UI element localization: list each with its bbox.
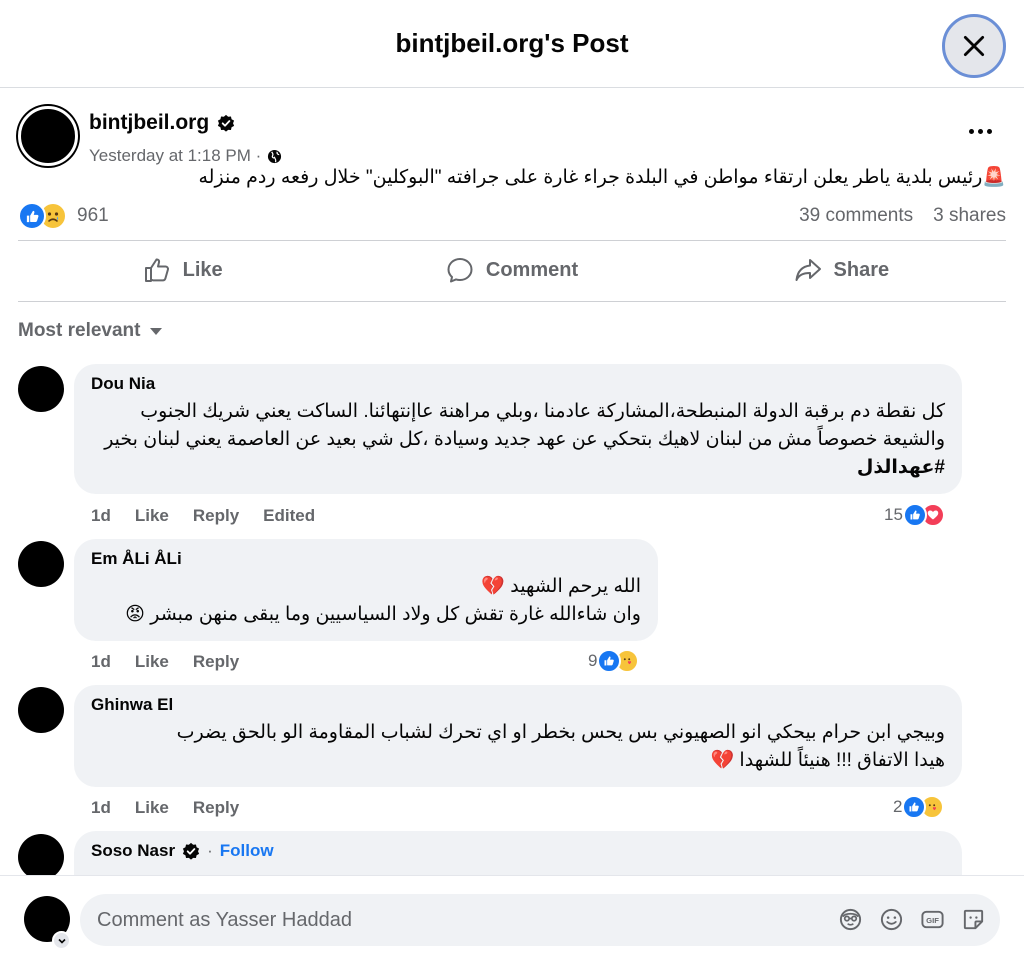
comment-reaction-count[interactable]: 15: [884, 505, 903, 525]
commenter-name-text[interactable]: Soso Nasr: [91, 841, 175, 861]
comment-like-button[interactable]: Like: [135, 798, 169, 818]
comment-bubble: Ghinwa El وبيجي ابن حرام بيحكي انو الصهي…: [74, 685, 962, 787]
like-button-label[interactable]: Like: [183, 259, 223, 282]
comment-line: وان شاءالله غارة تقش كل ولاد السياسيين و…: [125, 604, 641, 625]
comment-sort-label[interactable]: Most relevant: [18, 320, 140, 342]
divider: [18, 301, 1006, 302]
comment-meta: 1d Like Reply: [91, 798, 239, 818]
share-button-label[interactable]: Share: [834, 259, 890, 282]
dialog-title: bintjbeil.org's Post: [395, 28, 629, 58]
close-icon: [963, 35, 985, 57]
follow-button[interactable]: Follow: [220, 841, 274, 861]
sticker-icon[interactable]: [961, 907, 986, 932]
dialog-header: bintjbeil.org's Post: [0, 0, 1024, 88]
comment-bubble: Em ÅLi ÅLi الله يرحم الشهيد 💔 وان شاءالله…: [74, 539, 658, 641]
more-options-icon: [968, 128, 974, 134]
comments-count[interactable]: 39 comments: [799, 205, 913, 227]
share-button[interactable]: Share: [677, 247, 1006, 293]
like-button[interactable]: Like: [18, 247, 347, 293]
chevron-down-icon: [150, 327, 163, 335]
post-timestamp-text[interactable]: Yesterday at 1:18 PM ·: [89, 146, 261, 166]
author-avatar[interactable]: [18, 106, 78, 166]
gif-icon[interactable]: GIF: [920, 907, 945, 932]
comment-line: الله يرحم الشهيد 💔: [481, 576, 641, 597]
verified-badge-icon: [182, 842, 200, 860]
commenter-avatar[interactable]: [18, 834, 64, 875]
post-stats: 39 comments 3 shares: [799, 205, 1006, 227]
commenter-avatar[interactable]: [18, 687, 64, 733]
divider: [18, 240, 1006, 241]
comment-bubble: Soso Nasr · Follow: [74, 831, 962, 875]
close-button[interactable]: [942, 14, 1006, 78]
like-reaction-icon: [902, 503, 927, 527]
author-name[interactable]: bintjbeil.org: [89, 111, 235, 135]
reaction-summary[interactable]: 961: [18, 201, 109, 231]
comment-text: الله يرحم الشهيد 💔 وان شاءالله غارة تقش ك…: [91, 573, 641, 629]
thumbs-up-icon: [144, 258, 169, 282]
name-separator: ·: [207, 841, 213, 860]
comment-like-button[interactable]: Like: [135, 652, 169, 672]
comment-reactions[interactable]: 2: [893, 795, 945, 819]
comment-age[interactable]: 1d: [91, 798, 111, 818]
comment-bubble: Dou Nia كل نقطة دم برقبة الدولة المنبطحة…: [74, 364, 962, 494]
comment-reply-button[interactable]: Reply: [193, 652, 239, 672]
comment-text: كل نقطة دم برقبة الدولة المنبطحة،المشارك…: [91, 398, 945, 482]
comment-composer: GIF: [0, 875, 1024, 973]
comment-meta: 1d Like Reply Edited: [91, 506, 315, 526]
profile-switch-button[interactable]: [52, 931, 71, 950]
comment-button-label[interactable]: Comment: [486, 259, 578, 282]
comment-reaction-count[interactable]: 2: [893, 797, 902, 817]
comment-edited-label[interactable]: Edited: [263, 506, 315, 526]
composer-tools: GIF: [838, 907, 986, 932]
comment-meta: 1d Like Reply: [91, 652, 239, 672]
chevron-down-icon: [57, 938, 66, 944]
commenter-avatar[interactable]: [18, 541, 64, 587]
commenter-name[interactable]: Em ÅLi ÅLi: [91, 549, 641, 569]
comment-line: هيدا الاتفاق !!! هنيئاً للشهدا 💔: [710, 750, 946, 771]
comment-text: وبيجي ابن حرام بيحكي انو الصهيوني بس يحس…: [91, 719, 945, 775]
comment-reactions[interactable]: 9: [588, 649, 640, 673]
shares-count[interactable]: 3 shares: [933, 205, 1006, 227]
post-scroll-area[interactable]: bintjbeil.org Yesterday at 1:18 PM · 🚨رئ…: [0, 89, 1024, 875]
comment-reactions[interactable]: 15: [884, 503, 945, 527]
comment-age[interactable]: 1d: [91, 506, 111, 526]
post-timestamp[interactable]: Yesterday at 1:18 PM ·: [89, 146, 282, 166]
post-action-bar: Like Comment Share: [18, 247, 1006, 293]
post-text: 🚨رئيس بلدية ياطر يعلن ارتقاء مواطن في ال…: [198, 167, 1007, 188]
emoji-icon[interactable]: [879, 907, 904, 932]
comment-sort-dropdown[interactable]: Most relevant: [18, 320, 163, 342]
comment-reply-button[interactable]: Reply: [193, 798, 239, 818]
comment-line: وبيجي ابن حرام بيحكي انو الصهيوني بس يحس…: [176, 722, 945, 743]
comment-hashtag[interactable]: #عهدالذل: [857, 457, 945, 478]
commenter-name[interactable]: Dou Nia: [91, 374, 945, 394]
comment-body: كل نقطة دم برقبة الدولة المنبطحة،المشارك…: [104, 401, 945, 450]
globe-icon: [268, 149, 282, 163]
comment-button[interactable]: Comment: [347, 247, 676, 293]
comment-reaction-count[interactable]: 9: [588, 651, 597, 671]
svg-text:GIF: GIF: [926, 916, 939, 925]
like-reaction-icon: [18, 202, 46, 230]
commenter-avatar[interactable]: [18, 366, 64, 412]
avatar-sticker-icon[interactable]: [838, 907, 863, 932]
comment-reply-button[interactable]: Reply: [193, 506, 239, 526]
commenter-name: Soso Nasr · Follow: [91, 841, 945, 861]
comment-like-button[interactable]: Like: [135, 506, 169, 526]
comment-age[interactable]: 1d: [91, 652, 111, 672]
comment-bubble-icon: [447, 258, 473, 283]
reaction-count[interactable]: 961: [77, 205, 109, 227]
author-name-text[interactable]: bintjbeil.org: [89, 111, 209, 135]
share-arrow-icon: [795, 259, 821, 281]
more-options-button[interactable]: [962, 119, 998, 143]
verified-badge-icon: [218, 114, 235, 132]
commenter-name[interactable]: Ghinwa El: [91, 695, 945, 715]
